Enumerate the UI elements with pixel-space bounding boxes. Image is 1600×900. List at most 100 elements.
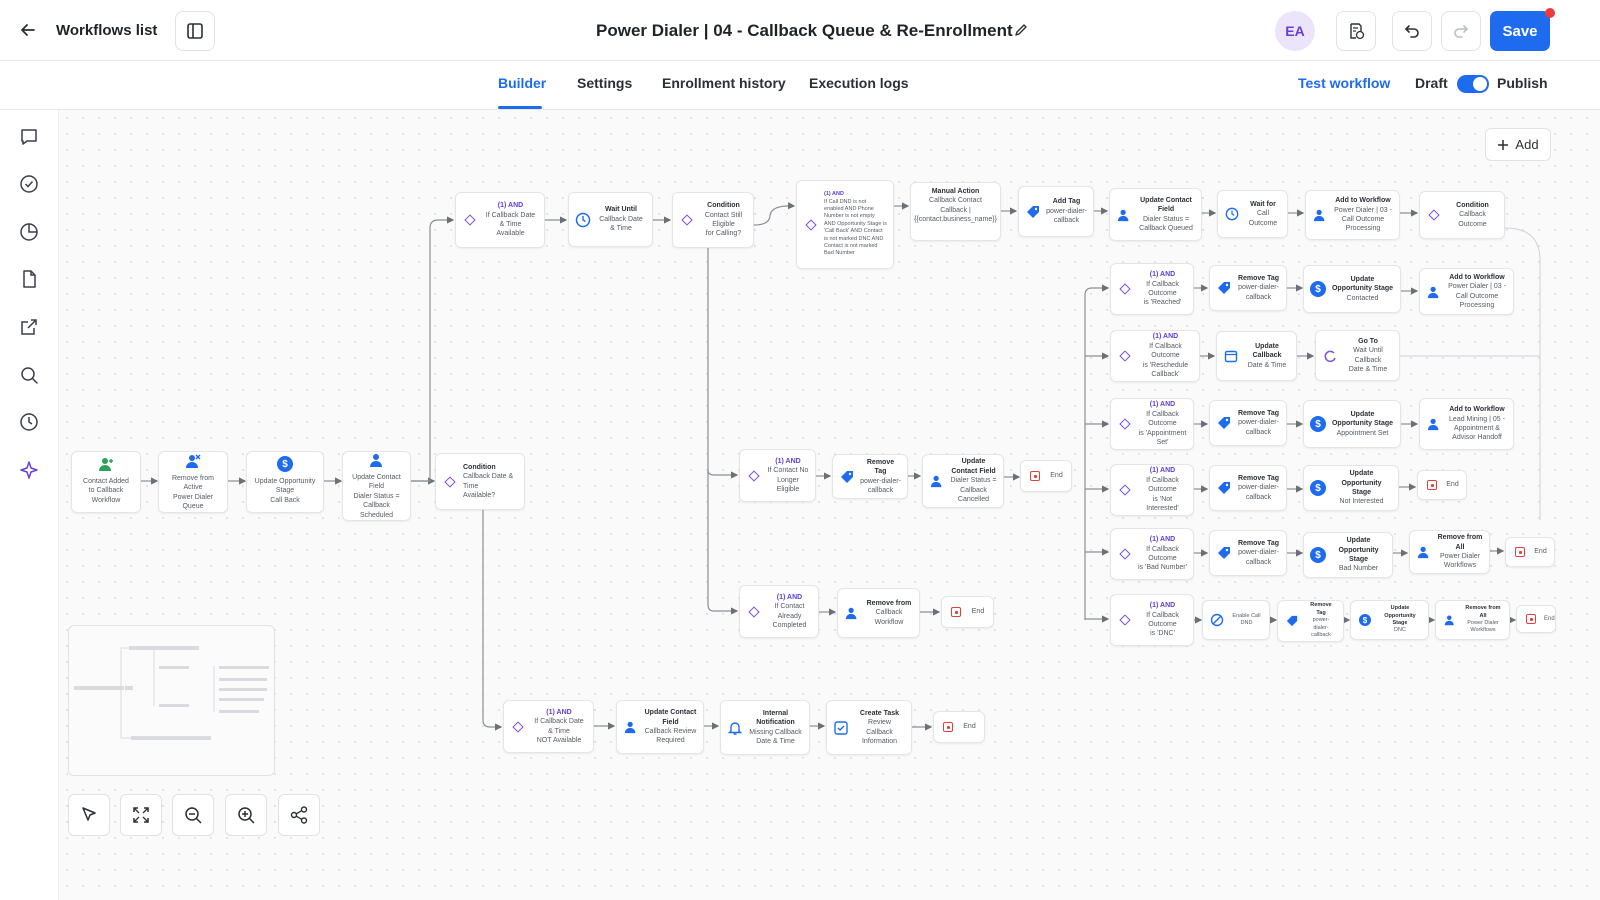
node-create-task[interactable]: Create Task Review Callback Information (826, 700, 912, 755)
node-outcome-reschedule[interactable]: (1) AND If Callback Outcome is 'Reschedule… (1110, 330, 1200, 382)
back-label[interactable]: Workflows list (56, 22, 157, 39)
node-outcome-appointment[interactable]: (1) AND If Callback Outcome is 'Appointmen… (1110, 398, 1194, 450)
node-subtext: Callback Contact (929, 197, 982, 205)
node-end[interactable]: End (1505, 537, 1555, 567)
bell-icon (727, 720, 743, 736)
plus-icon (1498, 139, 1509, 150)
node-remove-from-callback[interactable]: Remove from Callback Workflow (837, 588, 920, 638)
select-tool-button[interactable] (68, 794, 110, 836)
node-condition-date-available[interactable]: Condition Callback Date & Time Available? (435, 453, 525, 510)
node-end[interactable]: End (1516, 605, 1556, 633)
zoom-out-button[interactable] (172, 794, 214, 836)
node-update-opportunity-not-interested[interactable]: $ Update Opportunity Stage Not Interested (1303, 465, 1399, 511)
node-subtext: Appointment Set (1336, 429, 1389, 437)
node-add-tag[interactable]: Add Tag power-dialer-callback (1018, 186, 1094, 237)
node-remove-from-all[interactable]: Remove from All Power Dialer Workflows (1435, 600, 1510, 640)
node-update-opportunity-dnc[interactable]: $ Update Opportunity Stage DNC (1350, 600, 1429, 640)
node-update-opportunity-bad-number[interactable]: $ Update Opportunity Stage Bad Number (1303, 532, 1393, 578)
node-condition-outcome[interactable]: Condition Callback Outcome (1419, 191, 1505, 239)
node-text: Condition (707, 202, 740, 210)
add-node-button[interactable]: Add (1485, 128, 1551, 161)
node-add-to-workflow[interactable]: Add to Workflow Power Dialer | 03 - Call O… (1305, 190, 1400, 240)
node-remove-tag[interactable]: Remove Tag power-dialer-callback (832, 454, 908, 499)
node-condition-eligible[interactable]: Condition Contact Still Eligible for Calli… (672, 192, 754, 248)
node-update-opportunity-appointment[interactable]: $ Update Opportunity Stage Appointment Se… (1303, 400, 1401, 448)
sidebar-history-button[interactable] (17, 410, 41, 434)
node-go-to[interactable]: Go To Wait Until Callback Date & Time (1315, 330, 1400, 381)
node-update-opportunity[interactable]: $ Update Opportunity Stage Call Back (246, 451, 324, 513)
end-icon (948, 604, 964, 620)
node-enable-dnd[interactable]: Enable Call DND (1202, 600, 1270, 640)
node-update-field-review[interactable]: Update Contact Field Callback Review Requi… (616, 700, 704, 754)
node-subtext: Callback Review (644, 728, 697, 735)
node-update-field-cancelled[interactable]: Update Contact Field Dialer Status = Callb… (922, 454, 1004, 508)
dollar-icon: $ (277, 456, 293, 472)
node-outcome-reached[interactable]: (1) AND If Callback Outcome is 'Reached' (1110, 263, 1194, 315)
version-history-button[interactable] (1336, 11, 1376, 51)
node-subtext: If Callback Date & Time (534, 718, 584, 735)
avatar[interactable]: EA (1275, 11, 1315, 51)
edit-title-button[interactable] (1012, 21, 1030, 39)
share-button[interactable] (278, 794, 320, 836)
node-end[interactable]: End (933, 711, 985, 743)
node-outcome-dnc[interactable]: (1) AND If Callback Outcome is 'DNC' (1110, 594, 1194, 646)
node-update-callback[interactable]: Update Callback Date & Time (1216, 331, 1297, 381)
node-branch-eligible[interactable]: (1) AND If Call DND is not enabled AND Ph… (796, 180, 894, 269)
sidebar-external-button[interactable] (17, 315, 41, 339)
node-remove-tag[interactable]: Remove Tag power-dialer-callback (1209, 400, 1287, 446)
redo-button[interactable] (1441, 11, 1481, 51)
back-button[interactable] (18, 20, 38, 40)
document-icon (23, 270, 36, 288)
node-subtext: If Callback Outcome (1146, 280, 1179, 297)
undo-button[interactable] (1392, 11, 1432, 51)
fit-view-button[interactable] (120, 794, 162, 836)
sidebar-chat-button[interactable] (17, 125, 41, 149)
node-internal-notification[interactable]: Internal Notification Missing Callback Dat… (720, 700, 810, 755)
node-remove-tag[interactable]: Remove Tag power-dialer-callback (1209, 465, 1287, 511)
publish-toggle[interactable] (1457, 75, 1489, 93)
node-trigger-contact-added[interactable]: Contact Added to Callback Workflow (71, 451, 141, 513)
node-branch-date-available[interactable]: (1) AND If Callback Date & Time Available (455, 192, 545, 248)
node-remove-tag[interactable]: Remove Tag power-dialer-callback (1277, 600, 1344, 642)
tab-enrollment-history[interactable]: Enrollment history (662, 75, 786, 91)
node-outcome-not-interested[interactable]: (1) AND If Callback Outcome is 'Not Intere… (1110, 464, 1194, 516)
node-branch-already-completed[interactable]: (1) AND If Contact Already Completed (739, 585, 819, 638)
minimap[interactable] (68, 625, 275, 776)
node-add-to-workflow-reached[interactable]: Add to Workflow Power Dialer | 03 - Call O… (1419, 268, 1514, 315)
node-update-opportunity-contacted[interactable]: $ Update Opportunity Stage Contacted (1303, 265, 1401, 313)
tab-settings[interactable]: Settings (577, 75, 632, 91)
workflow-title: Power Dialer | 04 - Callback Queue & Re-… (596, 21, 1013, 40)
sidebar-ai-button[interactable] (17, 458, 41, 482)
node-branch-date-not-available[interactable]: (1) AND If Callback Date & Time NOT Availa… (503, 700, 594, 753)
sidebar-check-button[interactable] (17, 172, 41, 196)
node-end[interactable]: End (941, 596, 994, 628)
tab-builder[interactable]: Builder (498, 75, 546, 91)
node-update-contact-field[interactable]: Update Contact Field Dialer Status = Callb… (342, 451, 411, 521)
node-add-to-workflow-appointment[interactable]: Add to Workflow Lead Mining | 05 - Appoint… (1419, 398, 1514, 450)
node-outcome-bad-number[interactable]: (1) AND If Callback Outcome is 'Bad Number… (1110, 528, 1194, 580)
sidebar-search-button[interactable] (17, 363, 41, 387)
node-wait-outcome[interactable]: Wait for Call Outcome (1217, 190, 1288, 238)
test-workflow-link[interactable]: Test workflow (1298, 75, 1390, 91)
sidebar-stats-button[interactable] (17, 220, 41, 244)
sidebar-document-button[interactable] (17, 267, 41, 291)
node-manual-action[interactable]: Manual Action Callback Contact Callback | … (910, 182, 1001, 241)
save-button[interactable]: Save (1490, 11, 1550, 51)
end-icon (1424, 477, 1440, 493)
node-end[interactable]: End (1417, 470, 1467, 500)
node-remove-from-queue[interactable]: Remove from Active Power Dialer Queue (158, 451, 228, 513)
node-subtext: Date & Time (1247, 361, 1287, 369)
node-remove-from-all[interactable]: Remove from All Power Dialer Workflows (1409, 530, 1490, 574)
left-sidebar (0, 110, 59, 900)
node-update-field-queued[interactable]: Update Contact Field Dialer Status = Callb… (1109, 188, 1202, 241)
node-branch-not-eligible[interactable]: (1) AND If Contact No Longer Eligible (739, 449, 816, 502)
draft-label: Draft (1415, 75, 1448, 91)
node-wait-until[interactable]: Wait Until Callback Date & Time (568, 192, 653, 247)
end-icon (1512, 544, 1528, 560)
toggle-sidebar-button[interactable] (175, 11, 215, 51)
node-remove-tag[interactable]: Remove Tag power-dialer-callback (1209, 530, 1287, 576)
node-end[interactable]: End (1020, 460, 1072, 492)
tab-execution-logs[interactable]: Execution logs (809, 75, 909, 91)
zoom-in-button[interactable] (225, 794, 267, 836)
node-remove-tag[interactable]: Remove Tag power-dialer-callback (1209, 265, 1287, 311)
